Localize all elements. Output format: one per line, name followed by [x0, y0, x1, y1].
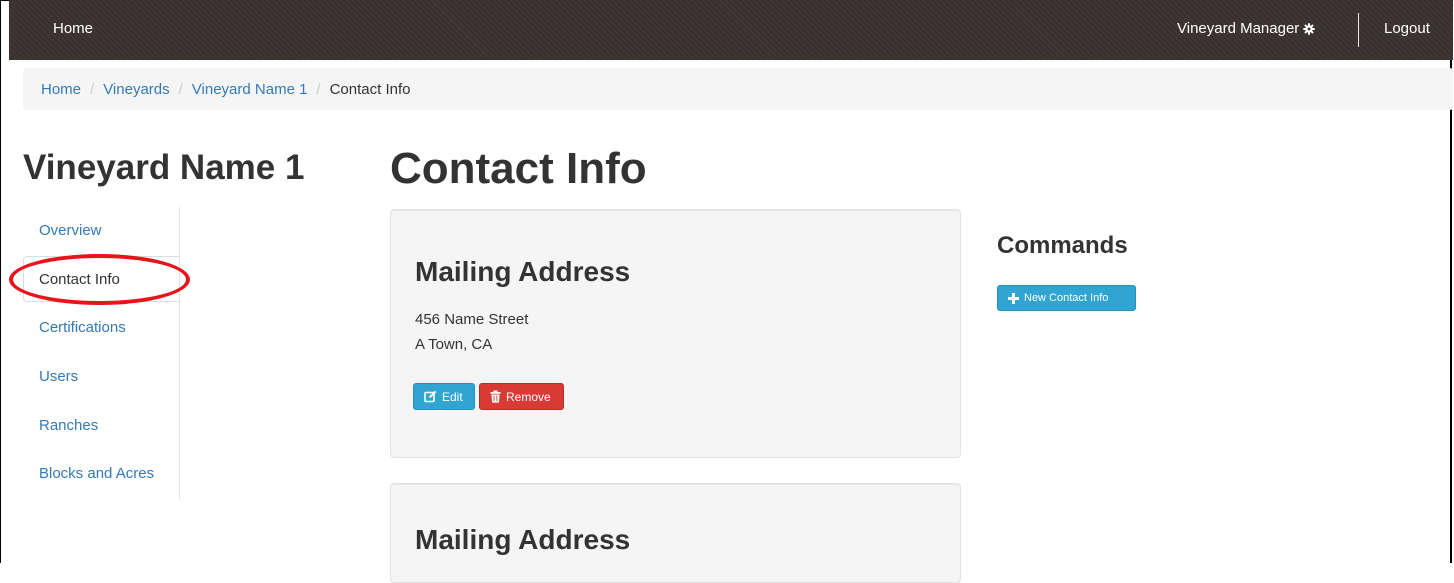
card-title: Mailing Address — [415, 256, 631, 287]
breadcrumb-separator: / — [178, 80, 183, 98]
new-contact-info-label: New Contact Info — [1024, 292, 1109, 304]
breadcrumb-home[interactable]: Home — [41, 81, 81, 98]
remove-button[interactable]: Remove — [479, 383, 564, 410]
trash-icon — [490, 390, 501, 403]
plus-icon — [1008, 292, 1019, 304]
sidebar-item-blocks-and-acres[interactable]: Blocks and Acres — [39, 465, 154, 482]
sidebar-item-ranches[interactable]: Ranches — [39, 417, 98, 434]
address-line-1: 456 Name Street — [415, 311, 529, 328]
sidebar-nav: Overview Contact Info Certifications Use… — [23, 207, 180, 499]
breadcrumb-separator: / — [316, 80, 321, 98]
breadcrumb-vineyards[interactable]: Vineyards — [103, 81, 169, 98]
vineyard-title: Vineyard Name 1 — [23, 148, 305, 187]
breadcrumb-current: Contact Info — [329, 80, 411, 98]
contact-card: Mailing Address 456 Name Street A Town, … — [390, 209, 961, 458]
sidebar-item-overview[interactable]: Overview — [39, 222, 102, 239]
nav-home-link[interactable]: Home — [53, 20, 93, 37]
sidebar-item-users[interactable]: Users — [39, 368, 78, 385]
breadcrumb-vineyard-name[interactable]: Vineyard Name 1 — [192, 81, 308, 98]
breadcrumb: Home / Vineyards / Vineyard Name 1 / Con… — [23, 68, 1453, 110]
contact-card: Mailing Address — [390, 483, 961, 583]
logout-link[interactable]: Logout — [1384, 20, 1430, 37]
edit-button[interactable]: Edit — [413, 383, 475, 410]
sidebar-item-contact-info[interactable]: Contact Info — [39, 271, 120, 288]
sidebar-item-certifications[interactable]: Certifications — [39, 319, 126, 336]
nav-divider — [1358, 13, 1359, 47]
page-title: Contact Info — [390, 144, 647, 193]
commands-title: Commands — [997, 232, 1128, 259]
card-title: Mailing Address — [415, 524, 631, 555]
gear-icon — [1303, 22, 1316, 35]
breadcrumb-separator: / — [90, 80, 95, 98]
address-line-2: A Town, CA — [415, 336, 493, 353]
user-menu-label: Vineyard Manager — [1177, 20, 1300, 37]
user-menu-dropdown[interactable]: Vineyard Manager — [1177, 20, 1316, 37]
top-navbar: Home Vineyard Manager Logout — [9, 0, 1453, 60]
new-contact-info-button[interactable]: New Contact Info — [997, 285, 1136, 311]
remove-label: Remove — [506, 389, 551, 404]
edit-label: Edit — [442, 389, 463, 404]
edit-icon — [424, 390, 437, 403]
